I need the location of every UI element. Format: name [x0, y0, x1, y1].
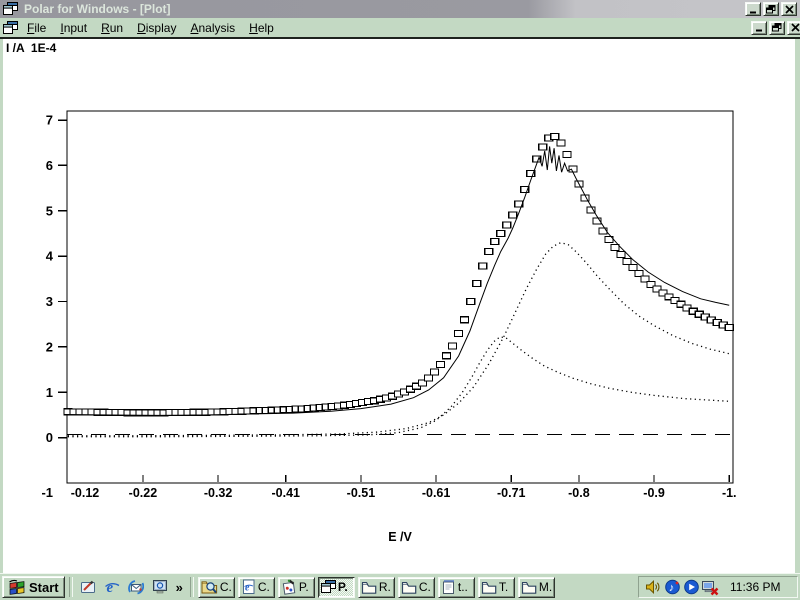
windows-logo-icon	[8, 578, 26, 596]
find-folder-icon	[201, 579, 218, 595]
quick-launch-chevron-button[interactable]: »	[173, 580, 186, 595]
task-button-9[interactable]: M.	[518, 577, 555, 598]
series-fitted-curve	[68, 146, 729, 415]
menu-item-file[interactable]: File	[20, 19, 53, 37]
folder-icon	[481, 580, 497, 595]
plot-area: 0 1 2 3 4 5 6 7 -1 -0.12 -0.22 -0.32 -0.41 -0.51 -0.61…	[0, 39, 800, 573]
menu-item-run[interactable]: Run	[94, 19, 130, 37]
task-button-label: C.	[220, 580, 232, 594]
task-button-label: C.	[258, 580, 270, 594]
task-button-label: T.	[499, 580, 508, 594]
svg-text:♪: ♪	[668, 582, 674, 594]
task-button-7[interactable]: t..	[438, 577, 475, 598]
quick-launch-internet-explorer-button[interactable]: e	[101, 577, 123, 598]
folder-icon	[521, 580, 537, 595]
menu-item-input[interactable]: Input	[53, 19, 94, 37]
x-tick-label: -0.41	[271, 486, 300, 500]
task-button-label: C.	[419, 580, 431, 594]
toolbar-separator[interactable]	[69, 577, 73, 597]
tray-play-ball-icon[interactable]	[682, 578, 700, 596]
x-tick-label: -0.61	[422, 486, 451, 500]
task-button-6[interactable]: C.	[398, 577, 435, 598]
document-restore-button[interactable]	[769, 21, 785, 35]
document-system-menu-icon[interactable]	[3, 21, 18, 35]
x-tick-label: -0.9	[643, 486, 665, 500]
series-measured-points	[64, 133, 733, 415]
tray-pc-offline-icon[interactable]	[701, 578, 719, 596]
y-tick-label: 6	[46, 158, 53, 173]
task-button-label: M.	[539, 580, 552, 594]
task-button-4-active[interactable]: P.	[318, 577, 355, 598]
task-button-8[interactable]: T.	[478, 577, 515, 598]
x-tick-label: -0.8	[568, 486, 590, 500]
document-minimize-button[interactable]	[751, 21, 767, 35]
x-tick-label: -0.22	[129, 486, 158, 500]
x-axis-title: E /V	[388, 530, 412, 544]
tray-audio-ball-icon[interactable]: ♪	[663, 578, 681, 596]
toolbar-separator[interactable]	[190, 577, 194, 597]
menu-item-display[interactable]: Display	[130, 19, 183, 37]
y-tick-label: 5	[46, 203, 53, 218]
title-bar: Polar for Windows - [Plot]	[0, 0, 800, 18]
window-minimize-button[interactable]	[745, 2, 761, 16]
x-tick-label: -0.32	[204, 486, 233, 500]
app-window-icon	[321, 580, 336, 594]
menu-item-analysis[interactable]: Analysis	[183, 19, 242, 37]
y-axis-bottom-label: -1	[41, 485, 53, 500]
task-button-3[interactable]: P.	[278, 577, 315, 598]
task-button-label: t..	[458, 580, 468, 594]
x-tick-label: -0.71	[497, 486, 526, 500]
y-tick-label: 0	[46, 430, 53, 445]
plot-frame	[67, 111, 733, 483]
document-close-button[interactable]	[787, 21, 800, 35]
series-component-2	[68, 337, 729, 437]
application-icon[interactable]	[3, 2, 18, 16]
quick-launch-outlook-express-button[interactable]	[125, 577, 147, 598]
start-button-label: Start	[29, 580, 59, 595]
tray-volume-icon[interactable]	[644, 578, 662, 596]
svg-text:e: e	[245, 583, 250, 594]
series-component-1	[68, 243, 729, 436]
task-button-label: R.	[379, 580, 391, 594]
y-tick-label: 4	[46, 249, 54, 264]
task-button-2[interactable]: e C.	[238, 577, 275, 598]
y-tick-label: 2	[46, 339, 53, 354]
y-tick-label: 1	[46, 385, 53, 400]
polar-for-windows-screen: Polar for Windows - [Plot] FileInputRunD…	[0, 0, 800, 600]
task-button-label: P.	[338, 580, 348, 594]
window-title: Polar for Windows - [Plot]	[24, 2, 171, 16]
x-tick-label: -1.	[722, 486, 737, 500]
start-button[interactable]: Start	[2, 576, 65, 598]
notepad-icon	[441, 579, 456, 595]
task-button-1[interactable]: C.	[198, 577, 235, 598]
taskbar-clock: 11:36 PM	[730, 580, 780, 594]
taskbar: Start e » C. e C. P. P. R. C. t.. T. M. ♪ 11:36 PM	[0, 573, 800, 600]
x-tick-label: -0.51	[347, 486, 376, 500]
system-tray: ♪ 11:36 PM	[638, 576, 798, 598]
menu-item-help[interactable]: Help	[242, 19, 281, 37]
folder-icon	[361, 580, 377, 595]
y-tick-label: 7	[46, 113, 53, 128]
y-tick-label: 3	[46, 294, 53, 309]
task-button-5[interactable]: R.	[358, 577, 395, 598]
task-button-label: P.	[299, 580, 309, 594]
window-restore-button[interactable]	[763, 2, 779, 16]
svg-text:e: e	[106, 580, 113, 595]
quick-launch-web-monitor-button[interactable]	[149, 577, 171, 598]
window-close-button[interactable]	[781, 2, 797, 16]
menu-bar: FileInputRunDisplayAnalysisHelp	[0, 18, 800, 39]
x-tick-label: -0.12	[71, 486, 100, 500]
quick-launch-show-desktop-button[interactable]	[77, 577, 99, 598]
folder-icon	[401, 580, 417, 595]
ie-page-icon: e	[241, 579, 256, 595]
paint-page-icon	[281, 579, 297, 595]
